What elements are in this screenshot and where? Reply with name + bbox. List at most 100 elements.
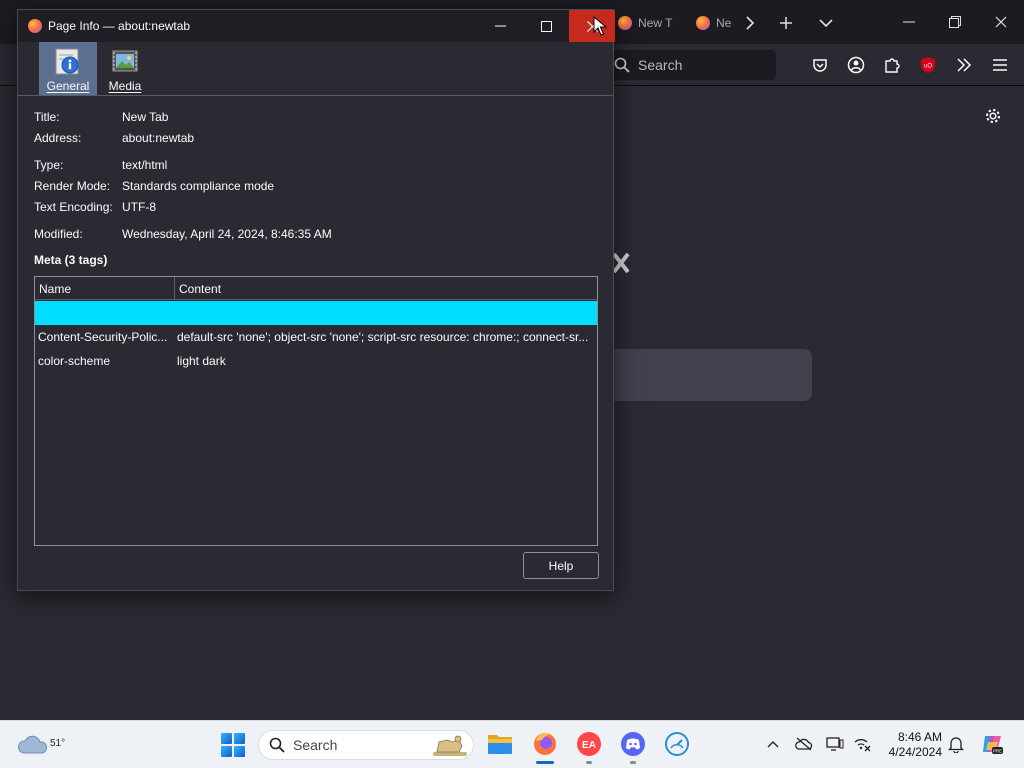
tab-media[interactable]: Media — [96, 42, 154, 95]
newtab-search-box[interactable] — [606, 349, 812, 401]
start-button[interactable] — [221, 733, 245, 757]
show-hidden-icons-button[interactable] — [764, 735, 782, 753]
ea-running-indicator — [586, 761, 592, 764]
tab-general-label: General — [46, 79, 90, 93]
firefox-taskbar-icon[interactable] — [532, 731, 558, 757]
copilot-icon[interactable]: PRE — [980, 732, 1004, 756]
cloud-offline-icon — [795, 737, 813, 751]
search-icon — [269, 737, 285, 753]
taskbar-search[interactable]: Search — [258, 730, 474, 760]
minimize-window-button[interactable] — [886, 0, 932, 44]
chevron-down-icon — [819, 19, 833, 28]
new-tab-button[interactable] — [771, 10, 801, 36]
minimize-icon — [903, 21, 915, 23]
weather-widget[interactable]: 51° — [16, 729, 66, 761]
dialog-maximize-button[interactable] — [523, 10, 569, 42]
onedrive-tray-icon[interactable] — [795, 735, 813, 753]
clock-time: 8:46 AM — [897, 730, 942, 744]
mouse-cursor-icon — [593, 16, 607, 36]
chevron-up-icon — [767, 741, 779, 748]
windows-logo-pane — [221, 746, 232, 757]
browser-tab[interactable]: New T — [618, 10, 684, 36]
close-icon — [995, 16, 1007, 28]
type-value: text/html — [122, 158, 168, 172]
network-tray-icon[interactable] — [853, 735, 871, 753]
account-icon — [847, 56, 865, 74]
address-label: Address: — [34, 131, 82, 145]
firefox-icon — [618, 16, 632, 30]
tab-general[interactable]: General — [39, 42, 97, 95]
puzzle-icon — [885, 58, 900, 73]
dialog-titlebar: Page Info — about:newtab — [18, 10, 615, 42]
type-label: Type: — [34, 158, 64, 172]
table-row[interactable] — [35, 301, 597, 325]
table-header: Name Content — [35, 277, 597, 300]
minimize-icon — [494, 25, 506, 27]
file-explorer-icon[interactable] — [487, 731, 513, 757]
dialog-close-button[interactable] — [569, 10, 615, 42]
ea-app-icon[interactable]: EA — [576, 731, 602, 757]
url-bar[interactable]: Search — [606, 50, 776, 80]
table-row[interactable]: Content-Security-Polic... default-src 'n… — [35, 325, 597, 349]
list-all-tabs-button[interactable] — [811, 10, 841, 36]
text-encoding-value: UTF-8 — [122, 200, 156, 214]
table-row[interactable]: color-scheme light dark — [35, 349, 597, 373]
more-tools-button[interactable] — [953, 54, 975, 76]
meta-tags-table[interactable]: Name Content Content-Security-Polic... d… — [34, 276, 598, 546]
meta-heading: Meta (3 tags) — [34, 253, 108, 267]
title-label: Title: — [34, 110, 60, 124]
browser-tab-label: New T — [638, 16, 673, 30]
app-menu-button[interactable] — [989, 54, 1011, 76]
page-info-toolbar: General Media — [18, 42, 613, 96]
firefox-icon — [696, 16, 710, 30]
tab-media-label: Media — [108, 79, 142, 93]
column-header-content[interactable]: Content — [175, 277, 597, 300]
firefox-wordmark-fragment — [612, 248, 630, 282]
discord-running-indicator — [630, 761, 636, 764]
modified-value: Wednesday, April 24, 2024, 8:46:35 AM — [122, 227, 332, 241]
speed-gauge-app-icon[interactable] — [664, 731, 690, 757]
browser-tab[interactable]: Ne — [696, 10, 736, 36]
title-value: New Tab — [122, 110, 169, 124]
monitor-icon — [826, 737, 844, 751]
cloud-icon — [18, 735, 48, 754]
pocket-button[interactable] — [809, 54, 831, 76]
windows-logo-pane — [221, 733, 232, 744]
help-button[interactable]: Help — [523, 552, 599, 579]
ublock-origin-button[interactable]: uO — [917, 54, 939, 76]
plus-icon — [780, 17, 792, 29]
chevron-right-icon — [746, 16, 755, 30]
discord-icon[interactable] — [620, 731, 646, 757]
close-window-button[interactable] — [978, 0, 1024, 44]
restore-icon — [949, 16, 961, 28]
svg-text:EA: EA — [582, 740, 596, 751]
scroll-tabs-right-button[interactable] — [735, 10, 765, 36]
bell-icon — [948, 737, 964, 753]
account-button[interactable] — [845, 54, 867, 76]
dialog-minimize-button[interactable] — [477, 10, 523, 42]
windows-logo-pane — [234, 733, 245, 744]
weather-temperature: 51° — [50, 738, 66, 749]
search-highlight-illustration-icon — [433, 735, 467, 756]
gear-icon — [986, 109, 1000, 123]
system-clock[interactable]: 8:46 AM 4/24/2024 — [880, 730, 942, 760]
double-chevron-right-icon — [957, 58, 972, 72]
taskbar-search-placeholder: Search — [293, 737, 338, 753]
display-tray-icon[interactable] — [826, 735, 844, 753]
svg-text:PRE: PRE — [993, 748, 1002, 753]
ublock-shield-icon: uO — [921, 57, 935, 73]
modified-label: Modified: — [34, 227, 83, 241]
windows-logo-pane — [234, 746, 245, 757]
firefox-icon — [28, 19, 42, 33]
extensions-button[interactable] — [881, 54, 903, 76]
clock-date: 4/24/2024 — [888, 745, 942, 759]
meta-content-cell: default-src 'none'; object-src 'none'; s… — [177, 330, 589, 344]
newtab-settings-button[interactable] — [982, 105, 1004, 127]
meta-content-cell: light dark — [177, 354, 226, 368]
dialog-title: Page Info — about:newtab — [48, 19, 191, 33]
firefox-active-indicator — [536, 761, 554, 764]
restore-window-button[interactable] — [932, 0, 978, 44]
column-header-name[interactable]: Name — [35, 277, 175, 300]
notifications-button[interactable] — [947, 735, 965, 753]
meta-name-cell: color-scheme — [38, 354, 111, 368]
